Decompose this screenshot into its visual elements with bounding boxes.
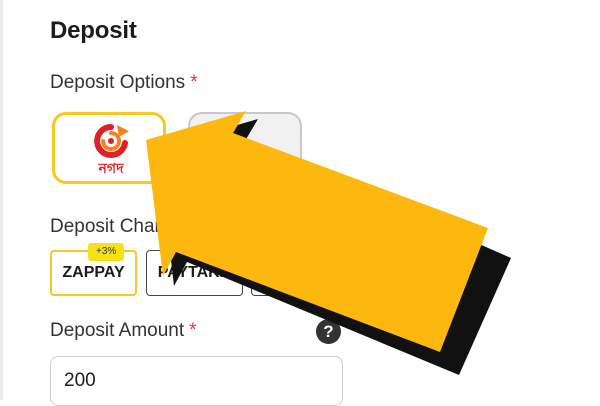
required-asterisk: * [189, 320, 197, 341]
deposit-options-label: Deposit Options * [50, 72, 198, 94]
required-asterisk: * [190, 72, 198, 93]
deposit-options-label-text: Deposit Options [50, 72, 186, 93]
channel-label: DPAY [275, 264, 317, 281]
deposit-amount-label-text: Deposit Amount [50, 320, 185, 341]
page-title: Deposit [50, 17, 137, 44]
bonus-badge: +3% [191, 242, 228, 260]
channel-dpay-button[interactable]: DPAY [251, 250, 341, 296]
deposit-channel-label: Deposit Channel [50, 216, 191, 237]
bonus-badge: +3% [88, 243, 125, 261]
channel-paytaka-button[interactable]: +3% PAYTAKA [146, 242, 243, 296]
deposit-amount-label: Deposit Amount * [50, 320, 197, 342]
channel-label: PAYTAKA [157, 264, 232, 281]
channel-zappay-button[interactable]: +3% ZAPPAY [50, 243, 137, 296]
channel-label: ZAPPAY [62, 264, 125, 281]
left-border [0, 0, 3, 400]
deposit-option-2[interactable] [188, 112, 302, 184]
deposit-amount-input[interactable] [50, 356, 343, 406]
deposit-option-nagad[interactable]: নগদ [52, 112, 166, 184]
nagad-logo-icon: নগদ [94, 124, 129, 177]
question-circle-icon[interactable]: ? [316, 319, 341, 344]
nagad-logo-text: নগদ [98, 161, 125, 177]
